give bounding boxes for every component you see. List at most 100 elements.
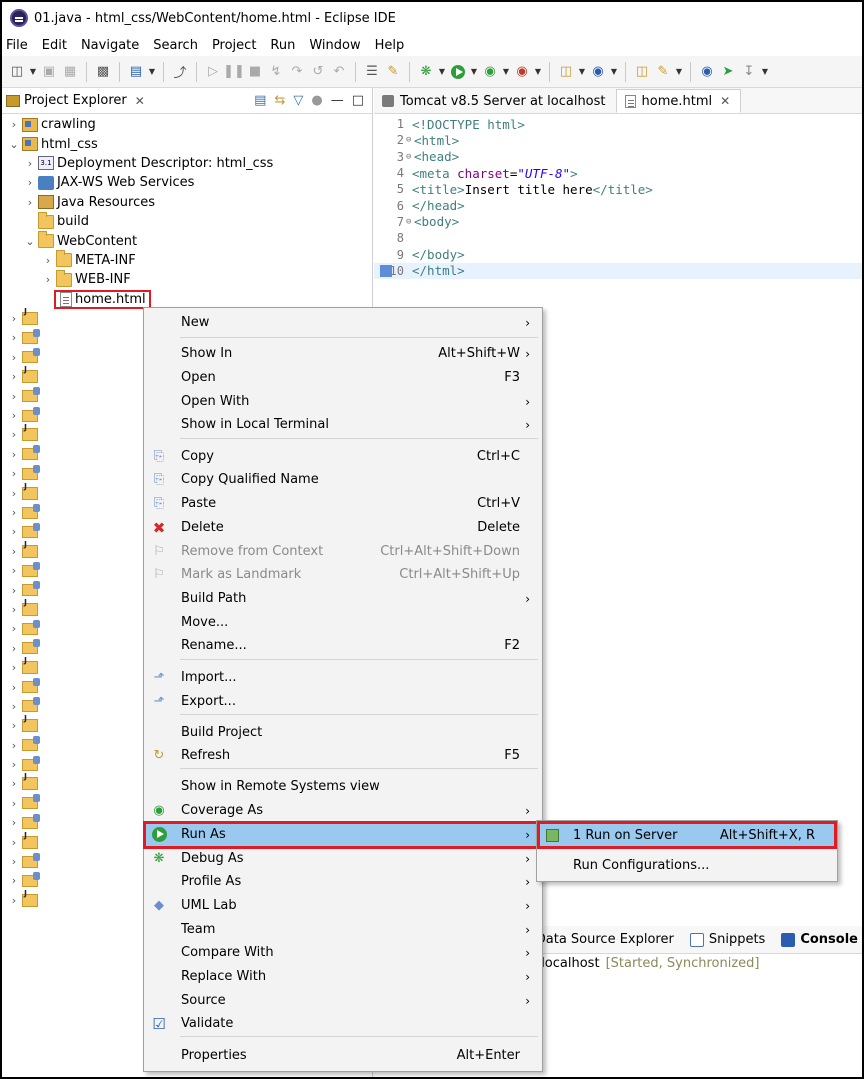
chevron-right-icon[interactable]: ›	[8, 894, 20, 907]
tree-item-webcontent[interactable]: ⌄ WebContent	[2, 231, 372, 250]
chevron-right-icon[interactable]: ›	[42, 254, 54, 267]
chevron-right-icon[interactable]: ›	[8, 622, 20, 635]
chevron-right-icon[interactable]: ›	[8, 448, 20, 461]
step-into-icon[interactable]: ↷	[288, 63, 306, 81]
menu-item-copy[interactable]: ⎘ Copy Ctrl+C	[144, 445, 542, 469]
menu-item-refresh[interactable]: ↻ Refresh F5	[144, 744, 542, 768]
chevron-right-icon[interactable]: ›	[8, 487, 20, 500]
chevron-right-icon[interactable]: ›	[8, 409, 20, 422]
step-over-icon[interactable]: ↺	[309, 63, 327, 81]
collapse-all-icon[interactable]: ▤	[254, 93, 266, 108]
menu-item-debug-as[interactable]: ❋ Debug As ›	[144, 847, 542, 871]
debug-icon[interactable]: ❋	[417, 63, 435, 81]
chevron-right-icon[interactable]: ›	[8, 545, 20, 558]
chevron-right-icon[interactable]: ›	[8, 797, 20, 810]
chevron-right-icon[interactable]: ›	[8, 564, 20, 577]
tree-item-crawling[interactable]: › crawling	[2, 115, 372, 134]
annotation-icon[interactable]: ↧	[740, 63, 758, 81]
fold-icon[interactable]: ⊖	[406, 152, 414, 162]
resume-icon[interactable]: ▷	[204, 63, 222, 81]
minimize-icon[interactable]: —	[331, 93, 344, 108]
new-dropdown-icon[interactable]: ▼	[29, 63, 37, 81]
chevron-right-icon[interactable]: ›	[8, 681, 20, 694]
fold-icon[interactable]: ⊖	[406, 217, 414, 227]
chevron-right-icon[interactable]: ›	[8, 700, 20, 713]
link-with-editor-icon[interactable]: ⇆	[274, 93, 285, 108]
open-type-icon[interactable]: ◫	[633, 63, 651, 81]
chevron-right-icon[interactable]: ›	[8, 312, 20, 325]
menu-item-show-in[interactable]: Show In Alt+Shift+W ›	[144, 342, 542, 366]
menu-item-source[interactable]: Source ›	[144, 989, 542, 1013]
close-icon[interactable]: ✕	[135, 94, 145, 108]
chevron-right-icon[interactable]: ›	[8, 467, 20, 480]
menu-run[interactable]: Run	[270, 38, 295, 53]
tab-snippets[interactable]: Snippets	[689, 932, 765, 947]
menu-item-properties[interactable]: Properties Alt+Enter	[144, 1044, 542, 1068]
menu-item-profile-as[interactable]: Profile As ›	[144, 870, 542, 894]
chevron-right-icon[interactable]: ›	[8, 661, 20, 674]
new-project-icon[interactable]: ◫	[557, 63, 575, 81]
chevron-right-icon[interactable]: ›	[8, 603, 20, 616]
terminate-icon[interactable]: ■	[246, 63, 264, 81]
chevron-right-icon[interactable]: ›	[8, 739, 20, 752]
coverage-dropdown-icon[interactable]: ▼	[502, 63, 510, 81]
tree-item-web-inf[interactable]: › WEB-INF	[2, 269, 372, 289]
terminal-icon[interactable]: ▤	[127, 63, 145, 81]
menu-project[interactable]: Project	[212, 38, 256, 53]
annotation-dropdown-icon[interactable]: ▼	[761, 63, 769, 81]
tree-item-home-html[interactable]: home.html	[2, 289, 372, 309]
menu-item-import[interactable]: ⬏ Import...	[144, 666, 542, 690]
suspend-icon[interactable]: ❚❚	[223, 63, 245, 81]
menu-item-build-path[interactable]: Build Path ›	[144, 587, 542, 611]
external-tools-icon[interactable]: ◉	[513, 63, 531, 81]
menu-window[interactable]: Window	[309, 38, 360, 53]
chevron-right-icon[interactable]: ›	[8, 351, 20, 364]
perspective-icon[interactable]: ➤	[719, 63, 737, 81]
focus-icon[interactable]: ●	[311, 93, 322, 108]
tree-item-deployment-descriptor[interactable]: › 3.1 Deployment Descriptor: html_css	[2, 154, 372, 173]
coverage-icon[interactable]: ◉	[481, 63, 499, 81]
chevron-right-icon[interactable]: ›	[24, 176, 36, 189]
new-class-icon[interactable]: ◉	[589, 63, 607, 81]
chevron-right-icon[interactable]: ›	[8, 118, 20, 131]
menu-item-show-in-local-terminal[interactable]: Show in Local Terminal ›	[144, 413, 542, 437]
menu-item-uml-lab[interactable]: ◆ UML Lab ›	[144, 894, 542, 918]
menu-item-compare-with[interactable]: Compare With ›	[144, 941, 542, 965]
menu-item-validate[interactable]: ☑ Validate	[144, 1012, 542, 1036]
run-configurations-item[interactable]: Run Configurations...	[537, 854, 837, 878]
run-icon[interactable]	[449, 63, 467, 81]
chevron-right-icon[interactable]: ›	[8, 331, 20, 344]
menu-item-team[interactable]: Team ›	[144, 918, 542, 942]
chevron-right-icon[interactable]: ›	[8, 719, 20, 732]
globe-icon[interactable]: ◉	[698, 63, 716, 81]
chevron-right-icon[interactable]: ›	[8, 428, 20, 441]
menu-item-show-in-remote-systems-view[interactable]: Show in Remote Systems view	[144, 775, 542, 799]
tree-item-html-css[interactable]: ⌄ html_css	[2, 134, 372, 153]
chevron-right-icon[interactable]: ›	[8, 855, 20, 868]
chevron-down-icon[interactable]: ⌄	[24, 235, 36, 248]
menu-help[interactable]: Help	[375, 38, 405, 53]
project-explorer-tab[interactable]: Project Explorer ✕ ▤ ⇆ ▽ ● — □	[2, 88, 372, 114]
menu-item-export[interactable]: ⬏ Export...	[144, 690, 542, 714]
save-all-icon[interactable]: ▦	[61, 63, 79, 81]
terminal-dropdown-icon[interactable]: ▼	[148, 63, 156, 81]
maximize-icon[interactable]: □	[352, 93, 364, 108]
menu-item-replace-with[interactable]: Replace With ›	[144, 965, 542, 989]
chevron-right-icon[interactable]: ›	[8, 777, 20, 790]
filter-icon[interactable]: ▽	[293, 93, 303, 108]
tree-item-jax-ws[interactable]: › JAX-WS Web Services	[2, 173, 372, 192]
tab-console[interactable]: Console	[781, 932, 858, 947]
tree-item-java-resources[interactable]: › Java Resources	[2, 193, 372, 212]
fold-icon[interactable]: ⊖	[406, 135, 414, 145]
new-icon[interactable]: ◫	[8, 63, 26, 81]
menu-item-remove-from-context[interactable]: ⚐ Remove from Context Ctrl+Alt+Shift+Down	[144, 540, 542, 564]
disconnect-icon[interactable]: ↯	[267, 63, 285, 81]
toggle-mark-icon[interactable]: ☰	[363, 63, 381, 81]
tab-tomcat-server[interactable]: Tomcat v8.5 Server at localhost	[374, 89, 616, 113]
tree-item-meta-inf[interactable]: › META-INF	[2, 250, 372, 270]
tab-home-html[interactable]: home.html ✕	[615, 89, 742, 113]
close-icon[interactable]: ✕	[720, 94, 730, 108]
external-tools-dropdown-icon[interactable]: ▼	[534, 63, 542, 81]
menu-item-build-project[interactable]: Build Project	[144, 721, 542, 745]
search-icon[interactable]: ✎	[654, 63, 672, 81]
